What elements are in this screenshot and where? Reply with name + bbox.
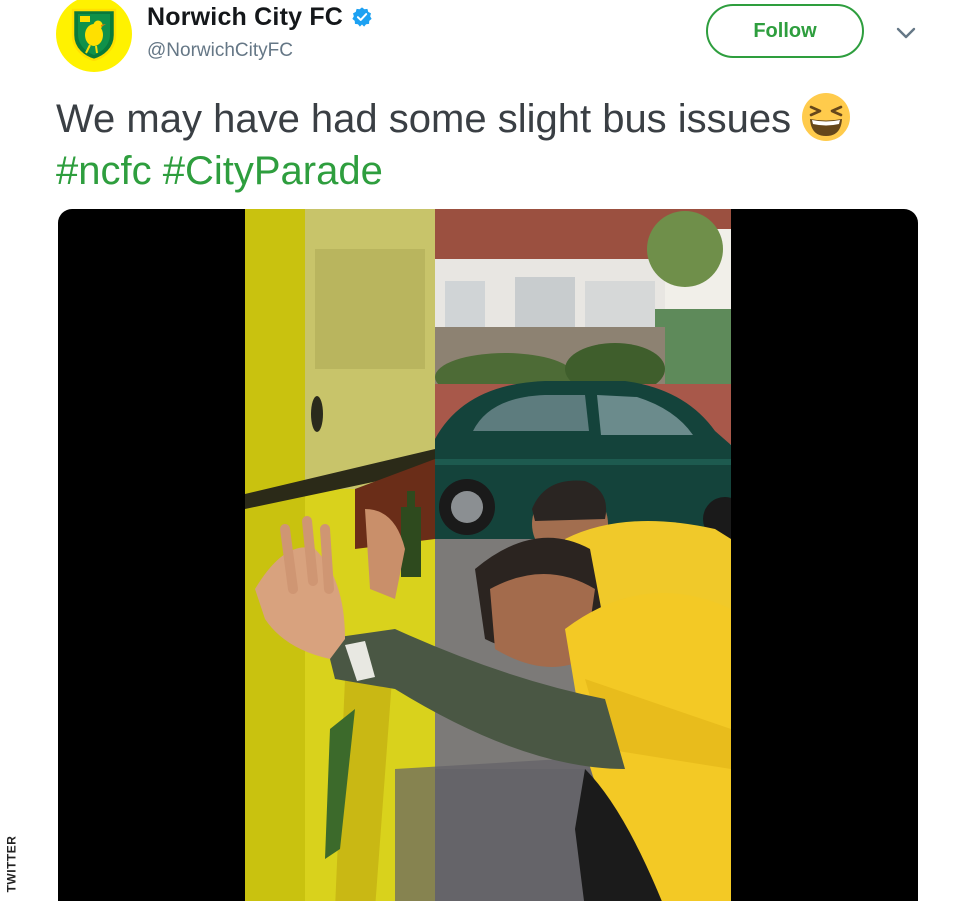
verified-badge-icon: [352, 7, 372, 27]
hashtag-cityparade[interactable]: #CityParade: [163, 149, 383, 193]
video-frame[interactable]: [245, 209, 731, 901]
video-thumbnail: [245, 209, 731, 901]
chevron-down-icon[interactable]: [893, 22, 919, 44]
follow-button[interactable]: Follow: [706, 4, 864, 58]
norwich-crest-icon: [71, 8, 117, 61]
account-handle[interactable]: @NorwichCityFC: [147, 40, 293, 62]
tweet-text-line-1: We may have had some slight bus issues: [56, 92, 936, 145]
account-name-row[interactable]: Norwich City FC: [147, 0, 373, 34]
tweet-text: We may have had some slight bus issues #…: [56, 92, 936, 197]
display-name[interactable]: Norwich City FC: [147, 3, 343, 32]
tweet-text-line-2: #ncfc #CityParade: [56, 145, 936, 197]
tweet-card: Norwich City FC @NorwichCityFC Follow We…: [0, 0, 976, 901]
grinning-squinting-face-icon: [802, 93, 851, 141]
image-credit-label: TWITTER: [4, 835, 19, 893]
image-credit: TWITTER: [3, 832, 19, 896]
tweet-video[interactable]: [58, 209, 918, 901]
tweet-body: We may have had some slight bus issues: [56, 97, 792, 141]
hashtag-ncfc[interactable]: #ncfc: [56, 149, 152, 193]
avatar[interactable]: [56, 0, 132, 72]
